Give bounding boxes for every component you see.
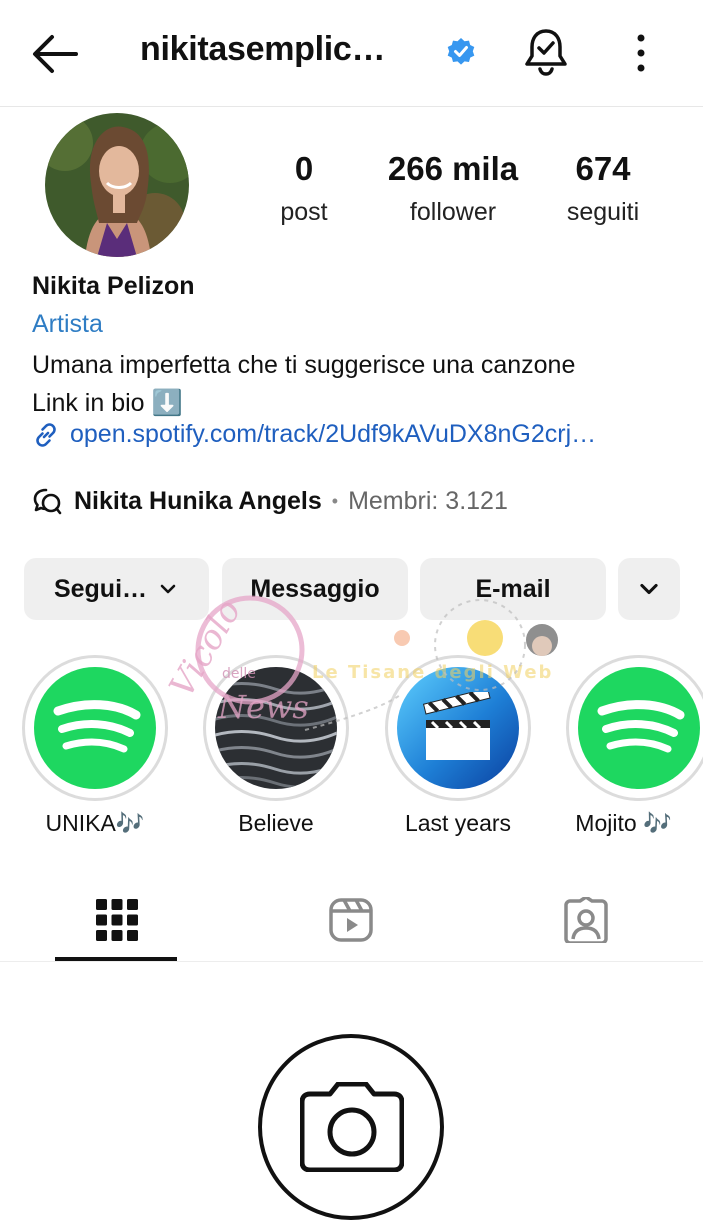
profile-category: Artista: [32, 310, 103, 338]
stat-posts-label: post: [280, 198, 328, 226]
stat-followers[interactable]: 266 mila follower: [368, 150, 538, 227]
community-row[interactable]: Nikita Hunika Angels • Membri: 3.121: [32, 486, 508, 516]
tab-grid[interactable]: [0, 880, 234, 960]
highlight-label-mojito: Mojito 🎶: [575, 810, 672, 836]
highlight-label-last-years: Last years: [404, 810, 512, 836]
profile-name: Nikita Pelizon: [32, 272, 195, 300]
water-thumbnail: [215, 667, 337, 789]
email-button[interactable]: E-mail: [420, 558, 606, 620]
profile-avatar[interactable]: [45, 113, 189, 257]
camera-icon: [300, 1082, 404, 1172]
highlight-unika[interactable]: [22, 655, 168, 801]
bio-line-2: Link in bio ⬇️: [32, 389, 183, 417]
link-icon: [36, 422, 56, 447]
profile-bio: Umana imperfetta che ti suggerisce una c…: [32, 346, 575, 422]
spotify-icon: [34, 667, 156, 789]
stat-following-label: seguiti: [566, 198, 640, 226]
back-arrow-icon[interactable]: [30, 30, 80, 78]
stat-posts-value: 0: [294, 150, 314, 187]
stat-following[interactable]: 674 seguiti: [548, 150, 658, 227]
community-name: Nikita Hunika Angels: [74, 486, 322, 515]
highlight-last-years[interactable]: [385, 655, 531, 801]
suggestions-dropdown-button[interactable]: [618, 558, 680, 620]
clapperboard-icon: [397, 667, 519, 789]
chevron-down-icon: [640, 583, 658, 595]
stat-following-value: 674: [575, 150, 631, 187]
highlight-mojito[interactable]: [566, 655, 703, 801]
bio-link-text[interactable]: open.spotify.com/track/2Udf9kAVuDX8nG2cr…: [70, 420, 596, 449]
stat-posts[interactable]: 0 post: [254, 150, 354, 227]
stat-followers-value: 266 mila: [387, 150, 519, 187]
bio-line-1: Umana imperfetta che ti suggerisce una c…: [32, 351, 576, 379]
follow-button[interactable]: Segui…: [24, 558, 209, 620]
profile-username: nikitasemplic…: [140, 30, 386, 68]
message-button[interactable]: Messaggio: [222, 558, 408, 620]
spotify-icon: [578, 667, 700, 789]
follow-button-label: Segui…: [53, 574, 148, 603]
bio-link[interactable]: open.spotify.com/track/2Udf9kAVuDX8nG2cr…: [32, 420, 596, 449]
more-vertical-icon[interactable]: [624, 30, 658, 76]
community-members: Membri: 3.121: [348, 486, 508, 515]
verified-badge-icon: [447, 38, 475, 65]
message-button-label: Messaggio: [250, 574, 380, 603]
highlight-label-believe: Believe: [238, 810, 314, 836]
bell-check-icon[interactable]: [522, 27, 570, 77]
tab-tagged[interactable]: [469, 880, 703, 960]
stat-followers-label: follower: [409, 198, 497, 226]
chat-bubbles-icon: [33, 488, 62, 515]
grid-icon: [96, 899, 138, 941]
email-button-label: E-mail: [475, 574, 551, 603]
tagged-person-icon: [564, 897, 608, 943]
tab-reels[interactable]: [234, 880, 468, 960]
chevron-down-icon: [160, 584, 176, 594]
highlight-label-unika: UNIKA🎶: [45, 810, 145, 836]
community-separator: •: [331, 490, 339, 511]
highlight-believe[interactable]: [203, 655, 349, 801]
header-divider: [0, 106, 703, 107]
reels-icon: [329, 898, 373, 942]
tabs-divider: [0, 961, 703, 962]
